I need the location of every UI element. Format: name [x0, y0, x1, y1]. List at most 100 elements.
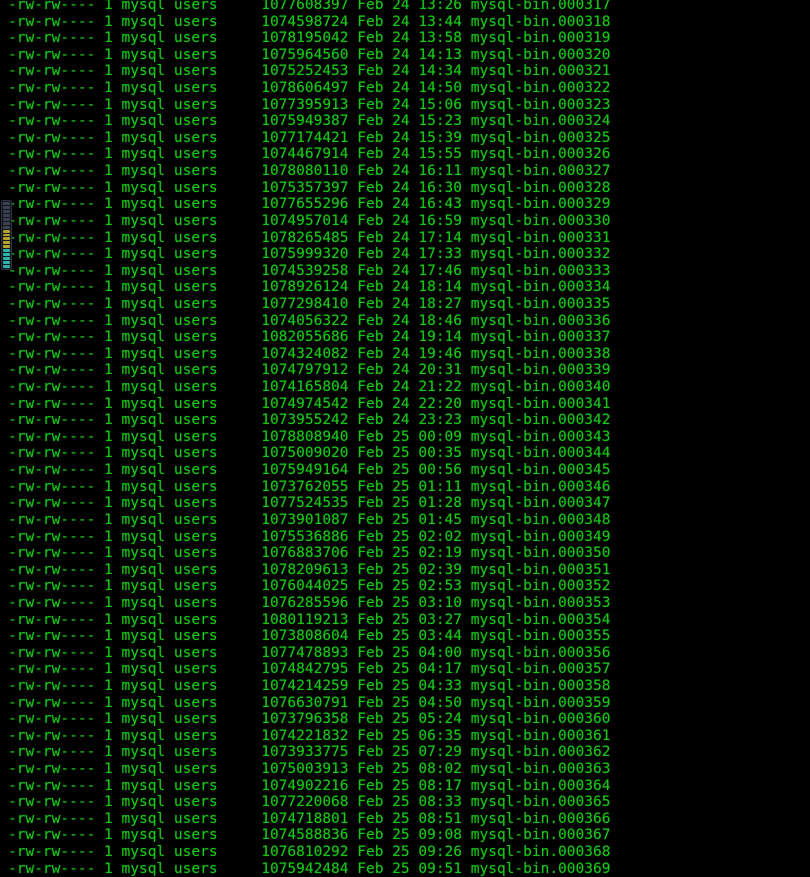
file-date-day: 24 — [383, 379, 410, 396]
file-date-month: Feb — [348, 329, 384, 346]
file-name: mysql-bin.000317 — [462, 0, 611, 13]
file-link-count: 1 — [95, 246, 113, 263]
file-date-day: 25 — [383, 644, 410, 661]
file-name: mysql-bin.000366 — [462, 810, 611, 827]
file-name: mysql-bin.000351 — [462, 561, 611, 578]
file-listing-row: -rw-rw---- 1 mysql users 1077174421 Feb … — [8, 130, 610, 147]
terminal-window[interactable]: -rw-rw---- 1 mysql users 1077608397 Feb … — [0, 0, 810, 877]
file-group: users — [165, 329, 218, 346]
file-date-time: 17:46 — [409, 262, 463, 279]
file-date-month: Feb — [348, 462, 384, 479]
file-group: users — [165, 495, 218, 512]
file-owner: mysql — [112, 744, 166, 761]
file-owner: mysql — [112, 246, 166, 263]
file-owner: mysql — [112, 478, 166, 495]
file-owner: mysql — [112, 644, 166, 661]
file-listing-row: -rw-rw---- 1 mysql users 1074797912 Feb … — [8, 362, 610, 379]
file-date-day: 25 — [383, 528, 410, 545]
file-date-month: Feb — [348, 744, 384, 761]
file-listing-row: -rw-rw---- 1 mysql users 1076285596 Feb … — [8, 595, 610, 612]
file-link-count: 1 — [95, 129, 113, 146]
file-group: users — [165, 63, 218, 80]
file-date-month: Feb — [348, 511, 384, 528]
gauge-segment-idle — [3, 213, 10, 217]
file-size: 1075942484 — [217, 860, 349, 877]
file-permissions: -rw-rw---- — [8, 63, 96, 80]
file-listing-row: -rw-rw---- 1 mysql users 1077478893 Feb … — [8, 645, 610, 662]
file-date-day: 24 — [383, 312, 410, 329]
file-date-day: 24 — [383, 196, 410, 213]
file-date-month: Feb — [348, 229, 384, 246]
file-listing-row: -rw-rw---- 1 mysql users 1077220068 Feb … — [8, 794, 610, 811]
file-group: users — [165, 146, 218, 163]
gauge-segment-ok — [3, 261, 10, 264]
file-permissions: -rw-rw---- — [8, 13, 96, 30]
file-size: 1074214259 — [217, 677, 349, 694]
file-owner: mysql — [112, 462, 166, 479]
file-size: 1075949164 — [217, 462, 349, 479]
file-link-count: 1 — [95, 644, 113, 661]
file-listing-row: -rw-rw---- 1 mysql users 1073796358 Feb … — [8, 711, 610, 728]
file-date-month: Feb — [348, 761, 384, 778]
file-listing-row: -rw-rw---- 1 mysql users 1074165804 Feb … — [8, 379, 610, 396]
file-date-day: 25 — [383, 827, 410, 844]
file-owner: mysql — [112, 445, 166, 462]
file-name: mysql-bin.000361 — [462, 727, 611, 744]
scroll-position-gauge[interactable] — [1, 200, 12, 270]
file-name: mysql-bin.000335 — [462, 295, 611, 312]
file-date-time: 09:26 — [409, 844, 463, 861]
file-listing-row: -rw-rw---- 1 mysql users 1074718801 Feb … — [8, 811, 610, 828]
file-name: mysql-bin.000347 — [462, 495, 611, 512]
file-size: 1078195042 — [217, 30, 349, 47]
file-permissions: -rw-rw---- — [8, 495, 96, 512]
file-listing-row: -rw-rw---- 1 mysql users 1075999320 Feb … — [8, 246, 610, 263]
file-name: mysql-bin.000332 — [462, 246, 611, 263]
file-date-time: 22:20 — [409, 395, 463, 412]
file-name: mysql-bin.000333 — [462, 262, 611, 279]
file-group: users — [165, 511, 218, 528]
file-group: users — [165, 30, 218, 47]
file-group: users — [165, 528, 218, 545]
file-permissions: -rw-rw---- — [8, 462, 96, 479]
file-name: mysql-bin.000331 — [462, 229, 611, 246]
file-link-count: 1 — [95, 0, 113, 13]
file-date-day: 24 — [383, 279, 410, 296]
file-date-month: Feb — [348, 379, 384, 396]
file-date-time: 08:02 — [409, 761, 463, 778]
file-name: mysql-bin.000327 — [462, 163, 611, 180]
file-date-day: 24 — [383, 96, 410, 113]
file-permissions: -rw-rw---- — [8, 827, 96, 844]
file-listing-row: -rw-rw---- 1 mysql users 1074539258 Feb … — [8, 263, 610, 280]
file-link-count: 1 — [95, 262, 113, 279]
file-date-time: 03:44 — [409, 628, 463, 645]
file-date-time: 03:27 — [409, 611, 463, 628]
file-group: users — [165, 794, 218, 811]
file-permissions: -rw-rw---- — [8, 744, 96, 761]
file-size: 1073796358 — [217, 711, 349, 728]
file-name: mysql-bin.000334 — [462, 279, 611, 296]
gauge-segment-ok — [3, 249, 10, 253]
file-listing-row: -rw-rw---- 1 mysql users 1077608397 Feb … — [8, 0, 610, 14]
file-group: users — [165, 246, 218, 263]
file-permissions: -rw-rw---- — [8, 279, 96, 296]
gauge-segment-ok — [3, 253, 10, 257]
file-listing-row: -rw-rw---- 1 mysql users 1074324082 Feb … — [8, 346, 610, 363]
file-date-time: 08:51 — [409, 810, 463, 827]
file-link-count: 1 — [95, 594, 113, 611]
gauge-segment-idle — [3, 205, 10, 209]
file-owner: mysql — [112, 794, 166, 811]
file-permissions: -rw-rw---- — [8, 179, 96, 196]
file-size: 1074598724 — [217, 13, 349, 30]
file-permissions: -rw-rw---- — [8, 312, 96, 329]
file-permissions: -rw-rw---- — [8, 578, 96, 595]
file-permissions: -rw-rw---- — [8, 345, 96, 362]
file-listing-row: -rw-rw---- 1 mysql users 1074467914 Feb … — [8, 146, 610, 163]
file-date-month: Feb — [348, 295, 384, 312]
file-permissions: -rw-rw---- — [8, 96, 96, 113]
file-date-month: Feb — [348, 46, 384, 63]
file-link-count: 1 — [95, 545, 113, 562]
file-permissions: -rw-rw---- — [8, 229, 96, 246]
file-date-month: Feb — [348, 777, 384, 794]
file-date-day: 25 — [383, 777, 410, 794]
file-date-day: 25 — [383, 611, 410, 628]
